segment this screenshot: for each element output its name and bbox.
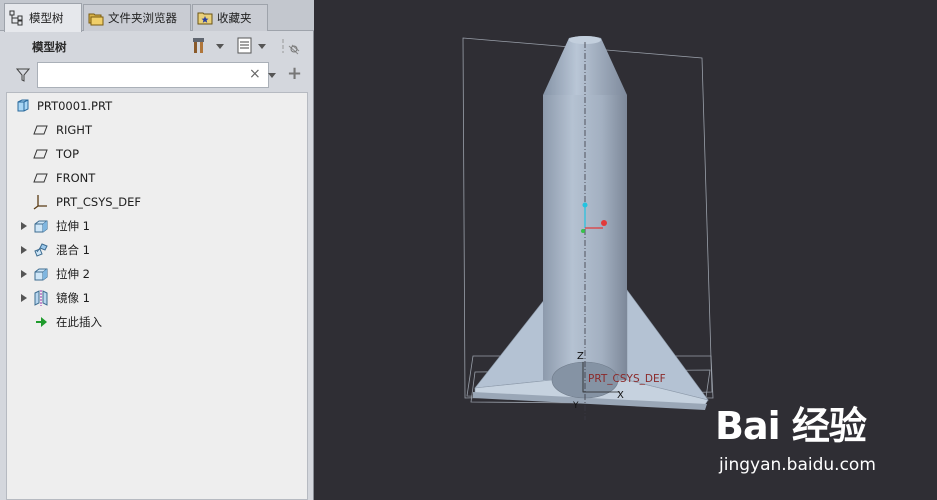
tab-model-tree[interactable]: 模型树	[4, 3, 82, 32]
tree-item-label: PRT0001.PRT	[37, 99, 113, 113]
navigator-tabbar: 模型树 文件夹浏览器 收藏夹	[0, 0, 314, 32]
csys-name-label: PRT_CSYS_DEF	[588, 373, 666, 385]
expand-arrow-icon[interactable]	[21, 222, 27, 230]
datum-plane-icon	[33, 149, 48, 159]
tree-item-right-plane[interactable]: RIGHT	[7, 119, 307, 141]
filter-row: × +	[6, 62, 308, 88]
tree-item-label: 拉伸 1	[56, 219, 90, 233]
model-tree-icon	[9, 10, 25, 26]
tree-item-extrude-1[interactable]: 拉伸 1	[7, 215, 307, 237]
datum-plane-icon	[33, 173, 48, 183]
graphics-viewport[interactable]: Z X Y PRT_CSYS_DEF Bai 经验 jingyan.baidu.…	[315, 0, 937, 500]
tree-item-label: PRT_CSYS_DEF	[56, 195, 142, 209]
tree-item-label: 拉伸 2	[56, 267, 90, 281]
expand-arrow-icon[interactable]	[21, 294, 27, 302]
app-window: 模型树 文件夹浏览器 收藏夹 模型树 × + PRT0001.PRT RIGHT…	[0, 0, 937, 500]
navigator-panel: 模型树 文件夹浏览器 收藏夹 模型树 × + PRT0001.PRT RIGHT…	[0, 0, 314, 500]
expand-arrow-icon[interactable]	[21, 246, 27, 254]
chevron-down-icon	[258, 43, 266, 49]
tab-label: 文件夹浏览器	[108, 11, 177, 25]
tree-item-csys[interactable]: PRT_CSYS_DEF	[7, 191, 307, 213]
tree-item-mirror-1[interactable]: 镜像 1	[7, 287, 307, 309]
insert-here-arrow-icon	[36, 317, 47, 327]
tab-label: 收藏夹	[217, 11, 252, 25]
part-icon	[17, 99, 29, 112]
add-filter-icon[interactable]: +	[287, 63, 302, 84]
tree-item-label: 在此插入	[56, 315, 102, 329]
tree-item-top-plane[interactable]: TOP	[7, 143, 307, 165]
csys-axis-y-label: Y	[572, 401, 579, 411]
chevron-down-icon	[216, 43, 224, 49]
tree-header: 模型树	[6, 32, 308, 60]
datum-plane-icon	[33, 125, 48, 135]
coordinate-system-icon	[33, 195, 47, 210]
tools-icon	[193, 38, 204, 53]
favorites-icon	[197, 10, 213, 26]
chevron-down-icon[interactable]	[268, 73, 276, 78]
search-input[interactable]	[37, 62, 269, 88]
tree-item-label: 混合 1	[56, 243, 90, 257]
csys-axis-z-label: Z	[577, 351, 584, 362]
show-menu-button[interactable]	[236, 37, 266, 55]
tree-settings-button[interactable]	[192, 37, 224, 55]
mirror-icon	[34, 290, 48, 306]
tree-item-front-plane[interactable]: FRONT	[7, 167, 307, 189]
tree-title: 模型树	[32, 40, 67, 54]
tree-item-insert-here[interactable]: 在此插入	[7, 311, 307, 333]
tree-root-part[interactable]: PRT0001.PRT	[7, 95, 307, 117]
tree-item-label: TOP	[56, 147, 80, 161]
clear-search-icon[interactable]: ×	[249, 66, 261, 82]
expand-arrow-icon[interactable]	[21, 270, 27, 278]
extrude-icon	[34, 220, 48, 233]
tree-item-label: 镜像 1	[56, 291, 90, 305]
baidu-watermark: Bai 经验 jingyan.baidu.com	[715, 395, 915, 485]
folder-browser-icon	[88, 10, 104, 26]
tree-filter-icon	[282, 39, 300, 55]
blend-icon	[34, 243, 48, 257]
tab-label: 模型树	[29, 11, 64, 25]
tree-item-label: RIGHT	[56, 123, 92, 137]
funnel-filter-icon[interactable]	[16, 68, 30, 82]
tab-favorites[interactable]: 收藏夹	[192, 4, 268, 31]
watermark-url: jingyan.baidu.com	[719, 455, 876, 475]
tree-item-blend-1[interactable]: 混合 1	[7, 239, 307, 261]
tree-filter-options-button[interactable]	[280, 37, 302, 55]
list-columns-icon	[237, 37, 252, 54]
tab-folder-browser[interactable]: 文件夹浏览器	[83, 4, 191, 31]
model-tree: PRT0001.PRT RIGHT TOP FRONT PRT_CSYS_DEF	[6, 92, 308, 500]
tree-item-label: FRONT	[56, 171, 96, 185]
baidu-logo: Bai 经验	[715, 404, 867, 448]
tree-item-extrude-2[interactable]: 拉伸 2	[7, 263, 307, 285]
extrude-icon	[34, 268, 48, 281]
